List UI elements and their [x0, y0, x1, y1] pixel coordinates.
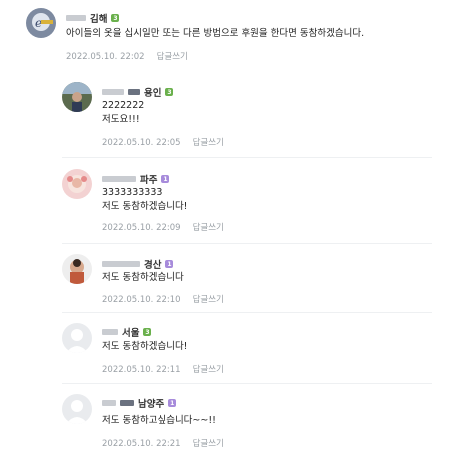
reply-button[interactable]: 답글쓰기 — [193, 138, 224, 148]
reply-comment: 경산 1 저도 동참하겠습니다 2022.05.10. 22:10 답글쓰기 — [0, 248, 450, 318]
author-row: 남양주 1 — [102, 396, 177, 410]
masked-nickname — [102, 261, 140, 267]
comment-text: 저도 동참하겠습니다! — [102, 341, 188, 352]
author-name[interactable]: 남양주 — [138, 396, 164, 410]
comment-date: 2022.05.10. 22:11 — [102, 365, 181, 375]
reply-comment: 파주 1 3333333333 저도 동참하겠습니다! 2022.05.10. … — [0, 163, 450, 243]
author-row: 김해 3 — [66, 11, 120, 25]
member-badge-icon: 3 — [143, 328, 152, 336]
comment-date: 2022.05.10. 22:09 — [102, 223, 181, 233]
member-badge-icon: 3 — [111, 14, 120, 22]
author-name[interactable]: 용인 — [144, 85, 161, 99]
comment-date: 2022.05.10. 22:21 — [102, 439, 181, 449]
masked-nickname — [66, 15, 86, 21]
comment-date: 2022.05.10. 22:02 — [66, 52, 145, 62]
avatar-photo-icon[interactable] — [62, 254, 92, 284]
comment-meta: 2022.05.10. 22:02 답글쓰기 — [66, 50, 188, 62]
avatar-photo-icon[interactable]: e — [26, 8, 56, 38]
comment-text: 3333333333 저도 동참하겠습니다! — [102, 187, 188, 212]
comment-meta: 2022.05.10. 22:21 답글쓰기 — [102, 437, 224, 449]
masked-nickname — [102, 329, 118, 335]
reply-button[interactable]: 답글쓰기 — [157, 52, 188, 62]
reply-button[interactable]: 답글쓰기 — [193, 223, 224, 233]
divider — [62, 243, 432, 244]
masked-nickname — [120, 400, 134, 406]
member-badge-icon: 1 — [161, 175, 170, 183]
author-row: 파주 1 — [102, 172, 170, 186]
author-name[interactable]: 경산 — [144, 257, 161, 271]
member-badge-icon: 3 — [165, 88, 174, 96]
comment: e 김해 3 아이들의 옷을 십시일만 또는 다른 방법으로 후원을 한다면 동… — [0, 0, 450, 66]
avatar-photo-icon[interactable] — [62, 82, 92, 112]
masked-nickname — [102, 400, 116, 406]
comment-text: 아이들의 옷을 십시일만 또는 다른 방법으로 후원을 한다면 동참하겠습니다. — [66, 28, 365, 39]
comment-meta: 2022.05.10. 22:09 답글쓰기 — [102, 221, 224, 233]
comment-meta: 2022.05.10. 22:11 답글쓰기 — [102, 363, 224, 375]
reply-button[interactable]: 답글쓰기 — [193, 365, 224, 375]
member-badge-icon: 1 — [165, 260, 174, 268]
default-avatar-icon[interactable] — [62, 394, 92, 424]
comment-text: 2222222 저도요!!! — [102, 100, 145, 125]
comment-meta: 2022.05.10. 22:10 답글쓰기 — [102, 293, 224, 305]
masked-nickname — [128, 89, 140, 95]
author-name[interactable]: 파주 — [140, 172, 157, 186]
reply-comment: 서울 3 저도 동참하겠습니다! 2022.05.10. 22:11 답글쓰기 — [0, 317, 450, 387]
comment-text: 저도 동참하고싶습니다~~!! — [102, 415, 216, 426]
masked-nickname — [102, 176, 136, 182]
divider — [62, 383, 432, 384]
divider — [62, 157, 432, 158]
masked-nickname — [102, 89, 124, 95]
comment-date: 2022.05.10. 22:10 — [102, 295, 181, 305]
comment-text: 저도 동참하겠습니다 — [102, 272, 184, 283]
divider — [62, 312, 432, 313]
comment-date: 2022.05.10. 22:05 — [102, 138, 181, 148]
member-badge-icon: 1 — [168, 399, 177, 407]
reply-comment: 용인 3 2222222 저도요!!! 2022.05.10. 22:05 답글쓰… — [0, 76, 450, 156]
reply-comment: 남양주 1 저도 동참하고싶습니다~~!! 2022.05.10. 22:21 답… — [0, 388, 450, 464]
author-row: 서울 3 — [102, 325, 152, 339]
avatar-photo-icon[interactable] — [62, 169, 92, 199]
author-row: 용인 3 — [102, 85, 174, 99]
default-avatar-icon[interactable] — [62, 323, 92, 353]
comment-meta: 2022.05.10. 22:05 답글쓰기 — [102, 136, 224, 148]
reply-button[interactable]: 답글쓰기 — [193, 295, 224, 305]
author-name[interactable]: 김해 — [90, 11, 107, 25]
reply-button[interactable]: 답글쓰기 — [193, 439, 224, 449]
author-name[interactable]: 서울 — [122, 325, 139, 339]
author-row: 경산 1 — [102, 257, 174, 271]
